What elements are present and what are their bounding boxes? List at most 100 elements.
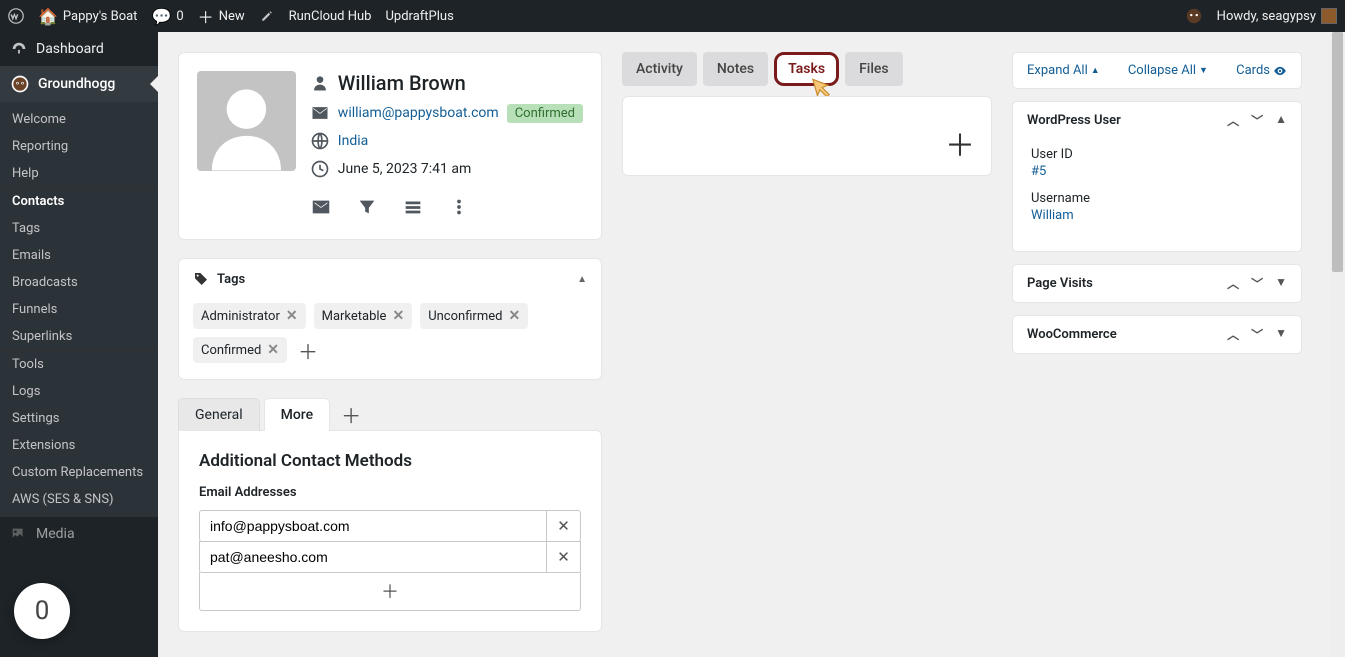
contact-name: William Brown [338, 71, 466, 95]
add-task-button[interactable]: ＋ [945, 121, 975, 165]
expand-all-link[interactable]: Expand All▲ [1027, 63, 1100, 78]
panel-page-visits-header[interactable]: Page Visits ︿ ﹀ ▼ [1013, 265, 1301, 302]
panel-caret-icon[interactable]: ▼ [1275, 326, 1287, 343]
tab-more[interactable]: More [264, 398, 331, 431]
collapse-all-link[interactable]: Collapse All▼ [1128, 63, 1208, 78]
site-name[interactable]: 🏠Pappy's Boat [38, 7, 137, 26]
tag-chip[interactable]: Administrator✕ [193, 303, 306, 329]
sidebar-item-media[interactable]: Media [0, 517, 158, 551]
user-id-label: User ID [1031, 147, 1283, 162]
email-input[interactable] [199, 541, 547, 573]
cards-link[interactable]: Cards [1236, 63, 1287, 78]
sidebar-sub-superlinks[interactable]: Superlinks [0, 323, 158, 350]
panel-caret-icon[interactable]: ▼ [1275, 275, 1287, 292]
tag-chip[interactable]: Unconfirmed✕ [420, 303, 528, 329]
add-tag-button[interactable]: ＋ [295, 337, 321, 363]
panel-up-icon[interactable]: ︿ [1227, 112, 1239, 129]
email-icon [310, 103, 330, 123]
remove-email-button[interactable]: ✕ [547, 541, 581, 573]
groundhogg-icon [10, 74, 30, 94]
add-email-button[interactable]: ＋ [199, 572, 581, 611]
panel-down-icon[interactable]: ﹀ [1251, 275, 1263, 292]
person-icon [310, 73, 330, 93]
sidebar-sub-help[interactable]: Help [0, 160, 158, 187]
woocommerce-title: WooCommerce [1027, 327, 1117, 342]
wp-user-title: WordPress User [1027, 113, 1121, 128]
tag-chip[interactable]: Marketable✕ [314, 303, 413, 329]
action-list[interactable] [399, 193, 427, 221]
howdy-link[interactable]: Howdy, seagypsy [1217, 8, 1337, 24]
panel-up-icon[interactable]: ︿ [1227, 326, 1239, 343]
sidebar-active-label: Groundhogg [38, 76, 115, 92]
contact-location-link[interactable]: India [338, 133, 368, 149]
mid-tab-activity[interactable]: Activity [622, 52, 697, 86]
clock-icon [310, 159, 330, 179]
sidebar-sub-custom-replacements[interactable]: Custom Replacements [0, 459, 158, 486]
edit-icon[interactable] [259, 8, 275, 24]
globe-icon [310, 131, 330, 151]
gh-small-icon[interactable] [1185, 7, 1203, 25]
sidebar-dashboard-label: Dashboard [36, 41, 104, 57]
action-email[interactable] [307, 193, 335, 221]
user-id-value[interactable]: #5 [1031, 164, 1283, 179]
mid-tab-files[interactable]: Files [845, 52, 903, 86]
new-link[interactable]: ＋New [198, 4, 245, 28]
sidebar-sub-settings[interactable]: Settings [0, 405, 158, 432]
action-filter[interactable] [353, 193, 381, 221]
sidebar-sub-extensions[interactable]: Extensions [0, 432, 158, 459]
sidebar-sub-broadcasts[interactable]: Broadcasts [0, 269, 158, 296]
scrollbar-track[interactable] [1330, 32, 1345, 657]
remove-email-button[interactable]: ✕ [547, 510, 581, 542]
panel-down-icon[interactable]: ﹀ [1251, 326, 1263, 343]
scrollbar-thumb[interactable] [1332, 32, 1343, 272]
comments-link[interactable]: 💬0 [151, 7, 183, 26]
eye-icon [1273, 64, 1287, 78]
tags-title: Tags [217, 272, 245, 287]
sidebar-sub-welcome[interactable]: Welcome [0, 106, 158, 133]
sidebar-media-label: Media [36, 526, 75, 542]
mid-tab-notes[interactable]: Notes [703, 52, 768, 86]
adminbar-link-updraft[interactable]: UpdraftPlus [385, 9, 453, 24]
tag-icon [193, 271, 209, 287]
avatar [1321, 8, 1337, 24]
wp-logo-icon[interactable] [8, 8, 24, 24]
panel-up-icon[interactable]: ︿ [1227, 275, 1239, 292]
adminbar-link-runcloud[interactable]: RunCloud Hub [289, 9, 372, 24]
chip-remove-icon[interactable]: ✕ [508, 308, 520, 324]
sidebar-sub-contacts[interactable]: Contacts [0, 188, 158, 215]
username-value[interactable]: William [1031, 208, 1283, 223]
chip-remove-icon[interactable]: ✕ [267, 342, 279, 358]
sidebar-sub-tools[interactable]: Tools [0, 351, 158, 378]
status-badge: Confirmed [507, 104, 583, 123]
contact-methods-title: Additional Contact Methods [199, 451, 581, 471]
email-input[interactable] [199, 510, 547, 542]
sidebar-sub-aws[interactable]: AWS (SES & SNS) [0, 486, 158, 513]
tab-general[interactable]: General [178, 398, 260, 431]
page-visits-title: Page Visits [1027, 276, 1093, 291]
sidebar-sub-logs[interactable]: Logs [0, 378, 158, 405]
tag-chip[interactable]: Confirmed✕ [193, 337, 287, 363]
contact-avatar [197, 71, 296, 171]
panel-woocommerce-header[interactable]: WooCommerce ︿ ﹀ ▼ [1013, 316, 1301, 353]
sidebar-item-groundhogg[interactable]: Groundhogg [0, 66, 158, 102]
tags-card-header[interactable]: Tags ▲ [179, 259, 601, 299]
emails-label: Email Addresses [199, 485, 581, 500]
sidebar-sub-emails[interactable]: Emails [0, 242, 158, 269]
sidebar-sub-tags[interactable]: Tags [0, 215, 158, 242]
chip-remove-icon[interactable]: ✕ [392, 308, 404, 324]
username-label: Username [1031, 191, 1283, 206]
chip-remove-icon[interactable]: ✕ [286, 308, 298, 324]
panel-wp-user-header[interactable]: WordPress User ︿ ﹀ ▲ [1013, 102, 1301, 139]
contact-date: June 5, 2023 7:41 am [338, 161, 471, 177]
beacon-bubble[interactable]: 0 [14, 583, 70, 639]
mid-tab-tasks[interactable]: Tasks [774, 52, 839, 86]
sidebar-sub-funnels[interactable]: Funnels [0, 296, 158, 323]
add-tab-button[interactable]: ＋ [338, 402, 364, 428]
contact-email-link[interactable]: william@pappysboat.com [338, 105, 499, 121]
caret-up-icon: ▲ [577, 274, 587, 285]
sidebar-item-dashboard[interactable]: Dashboard [0, 32, 158, 66]
action-more[interactable] [445, 193, 473, 221]
panel-down-icon[interactable]: ﹀ [1251, 112, 1263, 129]
panel-caret-icon[interactable]: ▲ [1275, 112, 1287, 129]
sidebar-sub-reporting[interactable]: Reporting [0, 133, 158, 160]
